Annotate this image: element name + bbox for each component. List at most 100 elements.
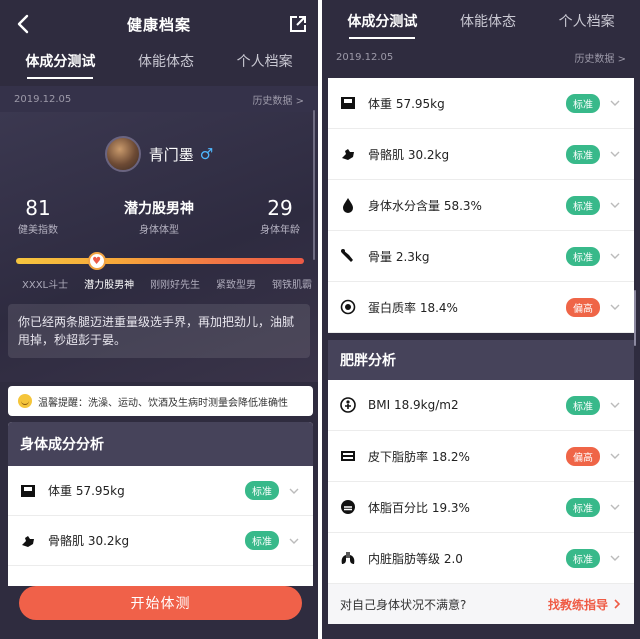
coach-question: 对自己身体状况不满意? [340, 597, 467, 612]
reminder-text: 温馨提醒：洗澡、运动、饮酒及生病时测量会降低准确性 [38, 397, 288, 409]
chevron-down-icon[interactable] [289, 536, 299, 546]
body-type: 潜力股男神 身体体型 [124, 196, 194, 236]
right-screen: 体成分测试 体能体态 个人档案 2019.12.05 历史数据 > 体重 57.… [322, 0, 640, 639]
page-title: 健康档案 [126, 15, 191, 34]
bone-icon [341, 249, 353, 262]
metric-label: 骨骼肌 30.2kg [368, 147, 450, 162]
metric-row-body-water[interactable]: 身体水分含量 58.3% 标准 [328, 180, 634, 231]
tab-personal-profile[interactable]: 个人档案 [559, 11, 615, 39]
user-name: 青门墨 [148, 145, 194, 164]
metric-label: BMI 18.9kg/m2 [368, 398, 459, 412]
body-age-label: 身体年龄 [260, 225, 300, 236]
metric-label: 身体水分含量 58.3% [368, 198, 482, 213]
tab-fitness-posture[interactable]: 体能体态 [138, 51, 194, 79]
top-bar: 健康档案 [0, 0, 318, 48]
scrollbar[interactable] [313, 110, 315, 260]
tab-body-composition[interactable]: 体成分测试 [25, 51, 95, 79]
level-label-current: 潜力股男神 [84, 280, 135, 291]
body-type-scale [16, 258, 304, 264]
metric-row-protein[interactable]: 蛋白质率 18.4% 偏高 [328, 282, 634, 333]
muscle-icon [22, 535, 34, 547]
level-label: 刚刚好先生 [150, 280, 201, 291]
metric-label: 体重 57.95kg [48, 484, 125, 498]
body-age: 29 身体年龄 [260, 196, 300, 236]
protein-icon [340, 299, 356, 315]
bmi-icon [340, 397, 356, 413]
coach-prompt: 对自己身体状况不满意? 找教练指导 [328, 584, 634, 624]
water-drop-icon [343, 198, 353, 213]
smile-icon [18, 394, 32, 408]
metric-row-bmi[interactable]: BMI 18.9kg/m2 标准 [328, 380, 634, 431]
status-badge: 标准 [566, 395, 600, 415]
metric-label: 体重 57.95kg [368, 96, 445, 111]
body-type-value: 潜力股男神 [124, 201, 194, 217]
metric-label: 体脂百分比 19.3% [368, 500, 470, 515]
metric-row-skeletal-muscle[interactable]: 骨骼肌 30.2kg 标准 [328, 129, 634, 180]
body-age-value: 29 [267, 196, 293, 220]
reminder-bar: 温馨提醒：洗澡、运动、饮酒及生病时测量会降低准确性 [8, 386, 313, 416]
fitness-index-value: 81 [25, 196, 51, 220]
scale-icon [21, 484, 35, 497]
chevron-down-icon[interactable] [610, 553, 620, 563]
male-icon: ♂ [199, 145, 214, 163]
history-link[interactable]: 历史数据 > [252, 92, 304, 107]
test-date: 2019.12.05 [336, 51, 394, 63]
avatar[interactable] [104, 136, 141, 172]
metric-row-subcutaneous-fat[interactable]: 皮下脂肪率 18.2% 偏高 [328, 431, 634, 482]
muscle-icon [342, 149, 354, 160]
metric-label: 骨量 2.3kg [368, 249, 430, 264]
metric-label: 骨骼肌 30.2kg [48, 534, 130, 548]
chevron-down-icon[interactable] [610, 98, 620, 108]
back-arrow-icon[interactable] [12, 12, 36, 36]
stats-row: 81 健美指数 潜力股男神 身体体型 29 身体年龄 [0, 196, 318, 236]
status-badge: 标准 [566, 144, 600, 164]
status-badge: 标准 [566, 195, 600, 215]
chevron-down-icon[interactable] [610, 302, 620, 312]
date-row: 2019.12.05 历史数据 > [0, 86, 318, 112]
chevron-down-icon[interactable] [610, 502, 620, 512]
section-title: 肥胖分析 [328, 340, 634, 380]
body-type-label: 身体体型 [139, 225, 179, 236]
body-description: 你已经两条腿迈进重量级选手界，再加把劲儿，油腻甩掉，秒超彭于晏。 [8, 304, 310, 358]
chevron-down-icon[interactable] [610, 149, 620, 159]
status-badge: 标准 [245, 531, 279, 550]
tab-bar: 体成分测试 体能体态 个人档案 [322, 0, 640, 44]
chevron-down-icon[interactable] [289, 486, 299, 496]
tab-fitness-posture[interactable]: 体能体态 [460, 11, 516, 39]
tab-body-composition[interactable]: 体成分测试 [347, 11, 417, 39]
status-badge: 标准 [566, 93, 600, 113]
chevron-down-icon[interactable] [610, 251, 620, 261]
metric-row-bone-mass[interactable]: 骨量 2.3kg 标准 [328, 231, 634, 282]
status-badge: 标准 [566, 246, 600, 266]
tab-personal-profile[interactable]: 个人档案 [237, 51, 293, 79]
level-label: 钢铁肌霸 [272, 280, 312, 291]
status-badge: 标准 [566, 497, 600, 517]
status-badge: 偏高 [566, 297, 600, 317]
chevron-down-icon[interactable] [610, 451, 620, 461]
metric-label: 蛋白质率 18.4% [368, 300, 458, 315]
share-icon[interactable] [288, 14, 308, 34]
body-composition-list: 体重 57.95kg 标准 骨骼肌 30.2kg 标准 身体水分含量 58.3%… [328, 78, 634, 333]
level-label: 紧致型男 [216, 280, 257, 291]
metric-row-visceral-fat[interactable]: 内脏脂肪等级 2.0 标准 [328, 533, 634, 584]
metric-row-skeletal-muscle[interactable]: 骨骼肌 30.2kg 标准 [8, 516, 313, 566]
find-coach-link[interactable]: 找教练指导 [548, 596, 622, 613]
chevron-down-icon[interactable] [610, 200, 620, 210]
level-label: XXXL斗士 [22, 280, 69, 291]
find-coach-label: 找教练指导 [547, 597, 608, 612]
section-title: 身体成分分析 [8, 422, 313, 466]
test-date: 2019.12.05 [14, 93, 72, 105]
fitness-index: 81 健美指数 [18, 196, 58, 236]
status-badge: 偏高 [566, 446, 600, 466]
chevron-down-icon[interactable] [610, 400, 620, 410]
start-test-button[interactable]: 开始体测 [19, 586, 302, 620]
history-link[interactable]: 历史数据 > [574, 50, 626, 65]
fitness-index-label: 健美指数 [18, 225, 58, 236]
scrollbar[interactable] [634, 290, 636, 346]
metric-row-weight[interactable]: 体重 57.95kg 标准 [8, 466, 313, 516]
metric-row-body-fat[interactable]: 体脂百分比 19.3% 标准 [328, 482, 634, 533]
lungs-icon [341, 552, 355, 564]
body-summary: 青门墨 ♂ 81 健美指数 潜力股男神 身体体型 29 身体年龄 ♥ XXXL斗… [0, 112, 318, 382]
body-composition-card: 身体成分分析 体重 57.95kg 标准 骨骼肌 30.2kg 标准 [8, 422, 313, 586]
metric-row-weight[interactable]: 体重 57.95kg 标准 [328, 78, 634, 129]
